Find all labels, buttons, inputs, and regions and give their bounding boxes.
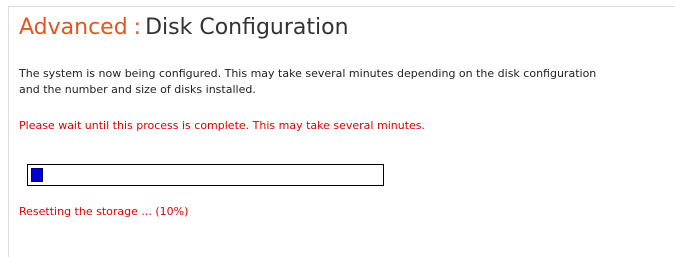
wait-warning: Please wait until this process is comple…	[19, 119, 426, 132]
section-title: Advanced	[19, 15, 128, 40]
page-subtitle: Disk Configuration	[145, 15, 349, 40]
progress-bar	[27, 164, 384, 186]
progress-fill	[31, 168, 43, 182]
configuration-description: The system is now being configured. This…	[19, 67, 597, 96]
title-separator: :	[133, 15, 142, 40]
page-title: Advanced: Disk Configuration	[19, 14, 349, 42]
progress-status: Resetting the storage ... (10%)	[19, 205, 189, 218]
